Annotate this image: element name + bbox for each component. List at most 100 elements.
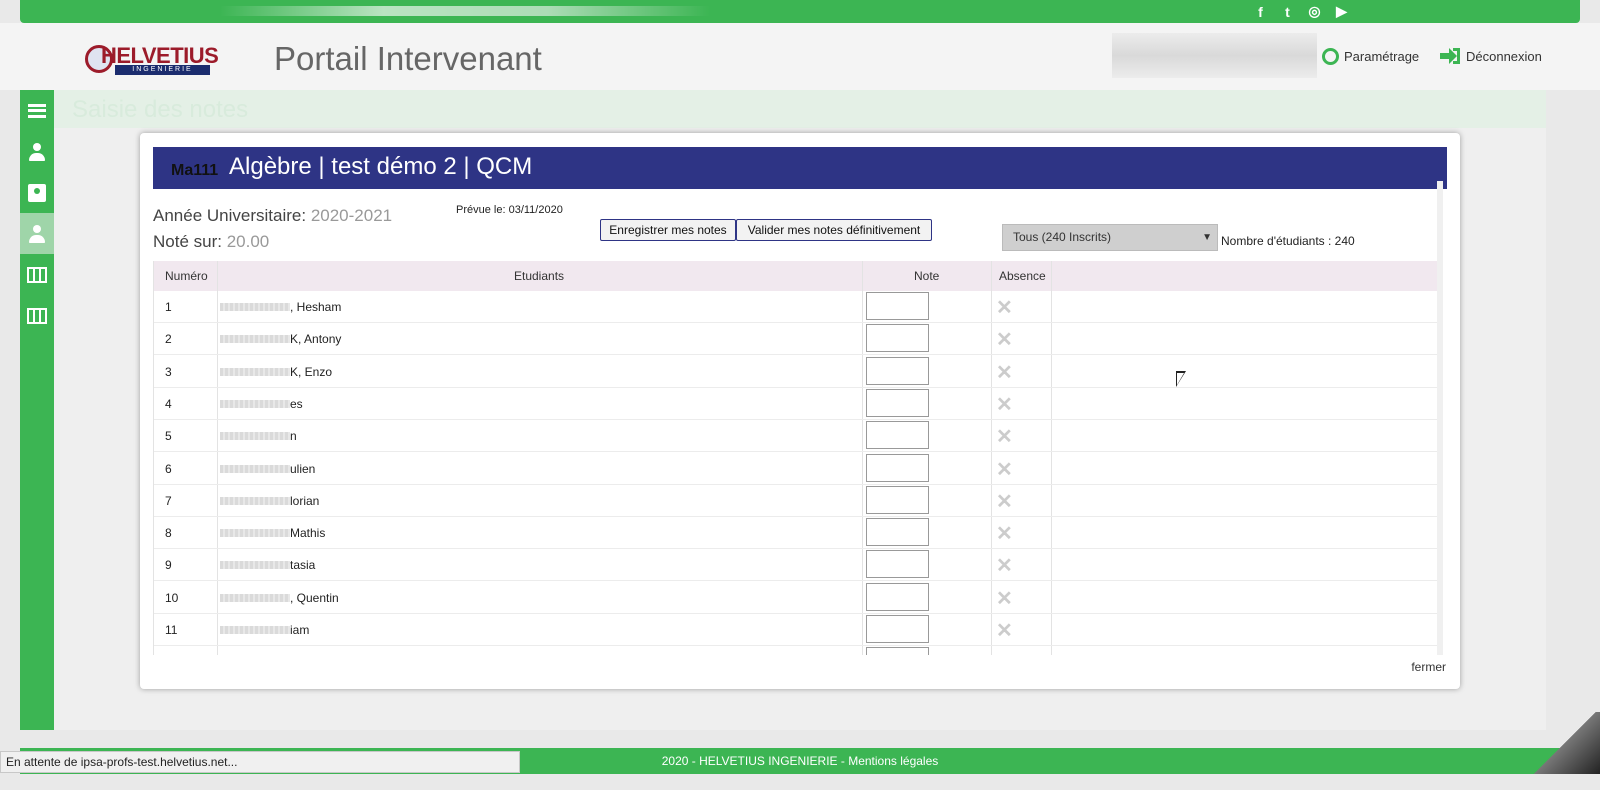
row-number: 8 (165, 526, 172, 541)
grade-input[interactable] (866, 388, 929, 417)
graded-on-label: Noté sur: (153, 232, 222, 251)
twitter-icon[interactable]: t (1279, 3, 1296, 20)
absence-toggle-icon[interactable]: ✕ (996, 327, 1013, 352)
student-name: es (290, 396, 303, 411)
table-row: 5 n ✕ (154, 420, 1443, 453)
row-number: 2 (165, 332, 172, 347)
sidebar-item-students[interactable] (20, 213, 54, 254)
top-bar: f t ◎ ▶ (20, 0, 1580, 23)
page-curl-icon (1530, 712, 1600, 774)
blurred-name (220, 432, 290, 441)
grade-input[interactable] (866, 292, 929, 320)
blurred-name (220, 303, 290, 311)
planned-date: Prévue le: 03/11/2020 (456, 204, 563, 216)
blurred-banner (220, 6, 710, 16)
blurred-name (220, 464, 290, 473)
absence-toggle-icon[interactable]: ✕ (996, 392, 1013, 417)
sidebar-item-profile[interactable] (20, 131, 54, 172)
save-grades-button[interactable]: Enregistrer mes notes (600, 219, 736, 241)
blurred-name (220, 561, 290, 570)
grades-modal: Ma111 Algèbre | test démo 2 | QCM Année … (140, 133, 1460, 689)
student-name: lorian (290, 493, 320, 508)
sidebar (20, 90, 54, 730)
facebook-icon[interactable]: f (1252, 3, 1269, 20)
page-bg-title: Saisie des notes (72, 96, 249, 123)
col-note: Note (914, 269, 940, 283)
table-header: Numéro Etudiants Note Absence (154, 261, 1443, 291)
blurred-name (220, 496, 290, 505)
page-title-strip: Saisie des notes (54, 90, 1546, 128)
student-name: K, Antony (290, 332, 342, 347)
grade-input[interactable] (866, 647, 929, 655)
blurred-user-info (1112, 33, 1317, 78)
youtube-icon[interactable]: ▶ (1333, 3, 1350, 20)
student-filter-select[interactable]: Tous (240 Inscrits) ▼ (1002, 224, 1218, 251)
col-etudiants: Etudiants (514, 269, 565, 283)
grade-input[interactable] (866, 421, 929, 450)
logout-link[interactable]: Déconnexion (1440, 48, 1542, 64)
row-number: 1 (165, 300, 172, 314)
absence-toggle-icon[interactable]: ✕ (996, 295, 1013, 320)
graded-on-value: 20.00 (226, 232, 270, 251)
id-badge-icon (28, 183, 46, 202)
sidebar-item-menu[interactable] (20, 90, 54, 131)
user-icon (29, 142, 45, 161)
grade-input[interactable] (866, 324, 929, 353)
student-name: tasia (290, 558, 316, 573)
map-icon (27, 307, 47, 324)
chevron-down-icon: ▼ (1202, 232, 1212, 243)
logo[interactable]: HELVETIUS INGENIERIE (85, 43, 219, 75)
sidebar-item-map-1[interactable] (20, 254, 54, 295)
table-scrollbar[interactable] (1437, 181, 1443, 655)
row-number: 10 (165, 590, 179, 605)
absence-toggle-icon[interactable]: ✕ (996, 457, 1013, 482)
grade-input[interactable] (866, 518, 929, 547)
grade-input[interactable] (866, 485, 929, 514)
absence-toggle-icon[interactable]: ✕ (996, 521, 1013, 546)
map-icon (27, 266, 47, 283)
modal-title: Algèbre | test démo 2 | QCM (229, 153, 533, 180)
grade-input[interactable] (866, 550, 929, 579)
settings-link[interactable]: Paramétrage (1322, 48, 1419, 65)
footer-text[interactable]: 2020 - HELVETIUS INGENIERIE - Mentions l… (662, 754, 939, 768)
absence-toggle-icon[interactable]: ✕ (996, 360, 1013, 385)
sidebar-item-badge[interactable] (20, 172, 54, 213)
grade-input[interactable] (866, 615, 929, 643)
student-filter-value: Tous (240 Inscrits) (1013, 230, 1112, 244)
col-absence: Absence (999, 269, 1046, 283)
portal-title: Portail Intervenant (274, 40, 542, 77)
absence-toggle-icon[interactable]: ✕ (996, 489, 1013, 514)
student-name: ulien (290, 461, 316, 476)
grade-input[interactable] (866, 582, 929, 611)
logo-subtext: INGENIERIE (115, 65, 210, 75)
absence-toggle-icon[interactable]: ✕ (996, 553, 1013, 578)
grade-input[interactable] (866, 356, 929, 385)
blurred-name (220, 367, 290, 376)
row-number: 7 (165, 493, 172, 508)
row-number: 6 (165, 461, 172, 476)
course-code: Ma111 (171, 162, 219, 179)
sidebar-item-map-2[interactable] (20, 295, 54, 336)
table-row: 2 K, Antony ✕ (154, 323, 1443, 356)
blurred-name (220, 626, 290, 634)
browser-status-bar: En attente de ipsa-profs-test.helvetius.… (0, 751, 520, 773)
absence-toggle-icon[interactable]: ✕ (996, 586, 1013, 611)
grades-table: Numéro Etudiants Note Absence 1 , Hesham ✕… (153, 261, 1443, 655)
student-count: Nombre d'étudiants : 240 (1221, 234, 1355, 248)
table-row: 4 es ✕ (154, 388, 1443, 420)
logout-label: Déconnexion (1466, 48, 1542, 64)
academic-year-value: 2020-2021 (310, 206, 393, 225)
mouse-cursor-icon (1176, 371, 1186, 387)
instagram-icon[interactable]: ◎ (1306, 3, 1323, 20)
col-numero: Numéro (165, 269, 208, 283)
student-name: , Hesham (290, 300, 342, 314)
absence-toggle-icon[interactable]: ✕ (996, 424, 1013, 449)
graded-on: Noté sur: 20.00 (153, 232, 269, 252)
absence-toggle-icon[interactable]: ✕ (996, 618, 1013, 643)
header: HELVETIUS INGENIERIE Portail Intervenant… (0, 23, 1600, 90)
validate-grades-button[interactable]: Valider mes notes définitivement (736, 219, 932, 241)
close-link[interactable]: fermer (1411, 660, 1446, 674)
grade-input[interactable] (866, 453, 929, 482)
student-name: , Quentin (290, 590, 339, 605)
row-number: 5 (165, 429, 172, 444)
